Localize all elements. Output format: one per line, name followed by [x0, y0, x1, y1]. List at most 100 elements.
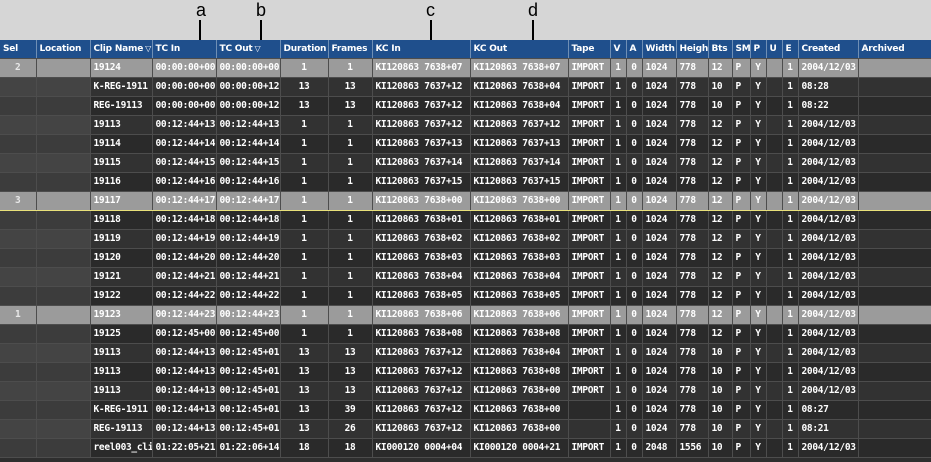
cell-u[interactable]	[766, 305, 783, 325]
cell-kc-in[interactable]: KI120863 7638+04	[372, 267, 471, 287]
cell-clip-name[interactable]: 19116	[90, 172, 153, 192]
cell-width[interactable]: 1024	[642, 96, 677, 116]
cell-sm[interactable]: P	[732, 343, 751, 363]
cell-created[interactable]: 2004/12/03	[798, 134, 859, 154]
cell-bts[interactable]: 12	[708, 324, 733, 344]
table-row[interactable]: REG-19113 00:00:00+00 00:00:00+12 13 13 KI120…	[0, 96, 931, 116]
cell-tc-out[interactable]: 00:12:44+21	[216, 267, 281, 287]
column-header-tape[interactable]: Tape	[568, 40, 611, 59]
cell-duration[interactable]: 1	[280, 305, 329, 325]
cell-duration[interactable]: 13	[280, 343, 329, 363]
cell-created[interactable]: 2004/12/03	[798, 438, 859, 458]
cell-sel[interactable]	[0, 134, 37, 154]
cell-location[interactable]	[36, 172, 91, 192]
cell-tc-in[interactable]: 00:00:00+00	[152, 58, 217, 78]
cell-u[interactable]	[766, 248, 783, 268]
cell-a[interactable]: 0	[626, 153, 643, 173]
column-header-tc-out[interactable]: TC Out ▽	[216, 40, 281, 59]
cell-tape[interactable]: IMPORT	[568, 77, 611, 97]
cell-created[interactable]: 2004/12/03	[798, 115, 859, 135]
cell-frames[interactable]: 1	[328, 286, 373, 306]
cell-e[interactable]: 1	[782, 229, 799, 249]
cell-tape[interactable]: IMPORT	[568, 324, 611, 344]
cell-u[interactable]	[766, 58, 783, 78]
table-row[interactable]: reel003_clip01:22:05+2101:22:06+141818KI…	[0, 438, 931, 458]
table-row[interactable]: 19116 00:12:44+16 00:12:44+16 1 1 KI120863 76…	[0, 172, 931, 192]
cell-clip-name[interactable]: 19124	[90, 58, 153, 78]
cell-archived[interactable]	[858, 58, 931, 78]
cell-height[interactable]: 778	[676, 324, 709, 344]
cell-archived[interactable]	[858, 343, 931, 363]
cell-width[interactable]: 1024	[642, 362, 677, 382]
cell-clip-name[interactable]: REG-19113	[90, 419, 153, 439]
cell-bts[interactable]: 10	[708, 343, 733, 363]
cell-v[interactable]: 1	[610, 210, 627, 230]
cell-kc-out[interactable]: KI120863 7638+06	[470, 305, 569, 325]
cell-tc-in[interactable]: 00:12:44+19	[152, 229, 217, 249]
cell-width[interactable]: 1024	[642, 172, 677, 192]
cell-archived[interactable]	[858, 229, 931, 249]
cell-u[interactable]	[766, 229, 783, 249]
cell-a[interactable]: 0	[626, 58, 643, 78]
cell-v[interactable]: 1	[610, 115, 627, 135]
cell-sel[interactable]	[0, 96, 37, 116]
cell-width[interactable]: 1024	[642, 286, 677, 306]
cell-archived[interactable]	[858, 286, 931, 306]
cell-tc-out[interactable]: 00:12:45+00	[216, 324, 281, 344]
cell-duration[interactable]: 1	[280, 210, 329, 230]
cell-location[interactable]	[36, 58, 91, 78]
cell-sel[interactable]	[0, 343, 37, 363]
cell-tc-in[interactable]: 00:12:44+21	[152, 267, 217, 287]
cell-width[interactable]: 1024	[642, 248, 677, 268]
cell-tc-in[interactable]: 00:12:44+16	[152, 172, 217, 192]
cell-tape[interactable]: IMPORT	[568, 115, 611, 135]
cell-kc-in[interactable]: KI120863 7637+14	[372, 153, 471, 173]
cell-p[interactable]: Y	[750, 172, 767, 192]
cell-a[interactable]: 0	[626, 267, 643, 287]
cell-duration[interactable]: 1	[280, 267, 329, 287]
cell-width[interactable]: 1024	[642, 419, 677, 439]
cell-height[interactable]: 778	[676, 172, 709, 192]
cell-location[interactable]	[36, 362, 91, 382]
cell-archived[interactable]	[858, 77, 931, 97]
cell-height[interactable]: 778	[676, 210, 709, 230]
cell-sel[interactable]	[0, 324, 37, 344]
column-header-sm[interactable]: SM	[732, 40, 751, 59]
cell-u[interactable]	[766, 77, 783, 97]
cell-created[interactable]: 2004/12/03	[798, 324, 859, 344]
cell-a[interactable]: 0	[626, 210, 643, 230]
cell-archived[interactable]	[858, 134, 931, 154]
cell-tc-out[interactable]: 00:12:44+14	[216, 134, 281, 154]
cell-u[interactable]	[766, 115, 783, 135]
column-header-p[interactable]: P	[750, 40, 767, 59]
cell-sm[interactable]: P	[732, 381, 751, 401]
cell-e[interactable]: 1	[782, 324, 799, 344]
cell-e[interactable]: 1	[782, 58, 799, 78]
cell-clip-name[interactable]: 19113	[90, 115, 153, 135]
cell-p[interactable]: Y	[750, 77, 767, 97]
cell-tape[interactable]	[568, 419, 611, 439]
cell-tc-in[interactable]: 00:00:00+00	[152, 77, 217, 97]
cell-tape[interactable]: IMPORT	[568, 438, 611, 458]
cell-e[interactable]: 1	[782, 115, 799, 135]
cell-u[interactable]	[766, 400, 783, 420]
cell-duration[interactable]: 1	[280, 190, 329, 211]
cell-sel[interactable]	[0, 362, 37, 382]
cell-tape[interactable]: IMPORT	[568, 305, 611, 325]
column-header-kc-out[interactable]: KC Out	[470, 40, 569, 59]
cell-tc-out[interactable]: 00:12:44+22	[216, 286, 281, 306]
cell-clip-name[interactable]: 19114	[90, 134, 153, 154]
cell-tape[interactable]: IMPORT	[568, 286, 611, 306]
cell-kc-out[interactable]: KI120863 7637+15	[470, 172, 569, 192]
cell-tape[interactable]: IMPORT	[568, 267, 611, 287]
cell-width[interactable]: 1024	[642, 343, 677, 363]
cell-width[interactable]: 2048	[642, 438, 677, 458]
cell-kc-out[interactable]: KI120863 7638+04	[470, 77, 569, 97]
cell-bts[interactable]: 12	[708, 172, 733, 192]
cell-e[interactable]: 1	[782, 438, 799, 458]
cell-sel[interactable]: 1	[0, 305, 37, 325]
cell-bts[interactable]: 10	[708, 77, 733, 97]
cell-sm[interactable]: P	[732, 438, 751, 458]
cell-a[interactable]: 0	[626, 362, 643, 382]
cell-kc-out[interactable]: KI120863 7638+05	[470, 286, 569, 306]
